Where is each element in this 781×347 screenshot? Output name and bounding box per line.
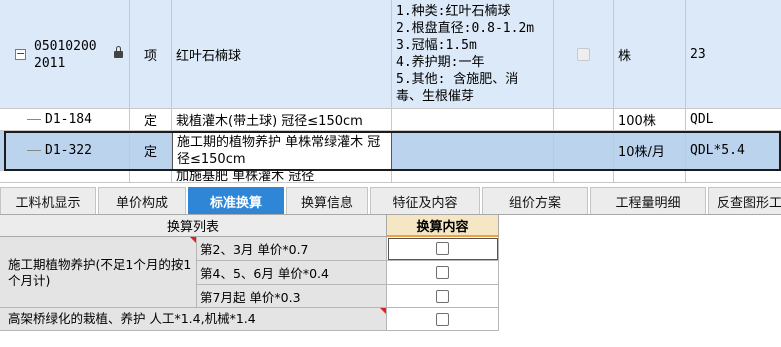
type-text: 项 bbox=[143, 48, 157, 64]
unit-cell: 100株 bbox=[614, 109, 686, 130]
qty-text: QDL*5.4 bbox=[690, 143, 745, 158]
item-code: 05010200 2011 bbox=[34, 38, 97, 72]
table-row[interactable]: D1-184 定 栽植灌木(带土球) 冠径≤150cm 100株 QDL bbox=[0, 109, 781, 131]
detail-tabs: 工料机显示 单价构成 标准换算 换算信息 特征及内容 组价方案 工程量明细 反查… bbox=[0, 187, 781, 215]
conversion-option: 第7月起 单价*0.3 bbox=[197, 285, 387, 308]
column-header-content: 换算内容 bbox=[387, 215, 499, 237]
code-cell: D1-322 bbox=[9, 131, 130, 170]
type-text: 定 bbox=[143, 114, 157, 129]
checkbox[interactable] bbox=[436, 312, 449, 326]
qty-cell: QDL*5.4 bbox=[686, 131, 781, 170]
lock-icon bbox=[114, 46, 123, 59]
conversion-option: 第4、5、6月 单价*0.4 bbox=[197, 261, 387, 285]
checkbox[interactable] bbox=[436, 289, 449, 303]
tab-reverse-check[interactable]: 反查图形工程量 bbox=[708, 187, 781, 214]
type-text: 定 bbox=[143, 145, 157, 160]
unit-text: 株 bbox=[618, 48, 632, 64]
qty-text: 23 bbox=[690, 46, 706, 62]
unit-cell: 10株/月 bbox=[614, 131, 686, 170]
unit-text: 100株 bbox=[618, 114, 656, 129]
name-text: 红叶石楠球 bbox=[176, 48, 242, 64]
conversion-table: 换算列表 换算内容 施工期植物养护(不足1个月的按1个月计) 第2、3月 单价*… bbox=[0, 215, 499, 331]
qty-cell: 23 bbox=[686, 0, 781, 108]
quota-grid: 项 红叶石楠球 1.种类:红叶石楠球 2.根盘直径:0.8-1.2m 3.冠幅:… bbox=[0, 0, 781, 183]
tab-pricing-plan[interactable]: 组价方案 bbox=[482, 187, 588, 214]
feature-cell: 1.种类:红叶石楠球 2.根盘直径:0.8-1.2m 3.冠幅:1.5m 4.养… bbox=[392, 0, 554, 108]
name-text: 加施基肥 单株灌木 冠径 bbox=[176, 171, 315, 182]
conversion-group-label: 高架桥绿化的栽植、养护 人工*1.4,机械*1.4 bbox=[0, 308, 387, 331]
unit-cell: 株 bbox=[614, 0, 686, 108]
code-cell bbox=[9, 171, 130, 182]
checkbox[interactable] bbox=[436, 266, 449, 279]
name-cell: 栽植灌木(带土球) 冠径≤150cm bbox=[172, 109, 392, 130]
tab-material-machine[interactable]: 工料机显示 bbox=[0, 187, 96, 214]
tab-quantity-detail[interactable]: 工程量明细 bbox=[590, 187, 706, 214]
comment-marker-icon bbox=[380, 308, 386, 314]
tab-unit-price[interactable]: 单价构成 bbox=[98, 187, 186, 214]
feature-cell bbox=[392, 131, 554, 170]
tab-standard-conversion[interactable]: 标准换算 bbox=[188, 187, 284, 214]
checkbox[interactable] bbox=[436, 242, 449, 255]
tab-features[interactable]: 特征及内容 bbox=[370, 187, 480, 214]
type-cell: 项 bbox=[130, 0, 172, 108]
collapse-icon[interactable]: − bbox=[15, 48, 26, 60]
conversion-checkbox-cell[interactable] bbox=[387, 308, 499, 331]
tab-conversion-info[interactable]: 换算信息 bbox=[286, 187, 368, 214]
name-text: 栽植灌木(带土球) 冠径≤150cm bbox=[176, 114, 363, 129]
conversion-checkbox-cell[interactable] bbox=[387, 285, 499, 308]
item-code-line2: 2011 bbox=[34, 56, 66, 71]
type-cell bbox=[130, 171, 172, 182]
feature-cell bbox=[392, 109, 554, 130]
conversion-group-label: 施工期植物养护(不足1个月的按1个月计) bbox=[0, 237, 197, 308]
qty-text: QDL bbox=[690, 112, 714, 127]
column-header-list: 换算列表 bbox=[0, 215, 387, 237]
flag-cell bbox=[554, 131, 614, 170]
conversion-checkbox-cell[interactable] bbox=[387, 261, 499, 285]
comment-marker-icon bbox=[190, 237, 196, 243]
unit-cell bbox=[614, 171, 686, 182]
conversion-option: 第2、3月 单价*0.7 bbox=[197, 237, 387, 261]
item-code-line1: 05010200 bbox=[34, 39, 97, 54]
code-cell: D1-184 bbox=[9, 109, 130, 130]
conversion-checkbox-cell[interactable] bbox=[387, 237, 499, 261]
qty-cell: QDL bbox=[686, 109, 781, 130]
flag-cell bbox=[554, 171, 614, 182]
unit-text: 10株/月 bbox=[618, 145, 665, 160]
feature-text: 1.种类:红叶石楠球 2.根盘直径:0.8-1.2m 3.冠幅:1.5m 4.养… bbox=[396, 4, 535, 104]
name-cell: 加施基肥 单株灌木 冠径 bbox=[172, 171, 392, 182]
name-text: 施工期的植物养护 单株常绿灌木 冠径≤150cm bbox=[177, 135, 381, 167]
table-row[interactable]: 加施基肥 单株灌木 冠径 bbox=[0, 171, 781, 183]
flag-cell bbox=[554, 109, 614, 130]
disabled-checkbox bbox=[577, 47, 590, 61]
flag-cell bbox=[554, 0, 614, 108]
sub-code-text: D1-184 bbox=[45, 112, 92, 127]
type-cell: 定 bbox=[130, 109, 172, 130]
sub-code-text: D1-322 bbox=[45, 143, 92, 158]
name-cell: 红叶石楠球 bbox=[172, 0, 392, 108]
qty-cell bbox=[686, 171, 781, 182]
feature-cell bbox=[392, 171, 554, 182]
name-cell-editing[interactable]: 施工期的植物养护 单株常绿灌木 冠径≤150cm bbox=[172, 131, 392, 171]
type-cell: 定 bbox=[130, 131, 172, 170]
